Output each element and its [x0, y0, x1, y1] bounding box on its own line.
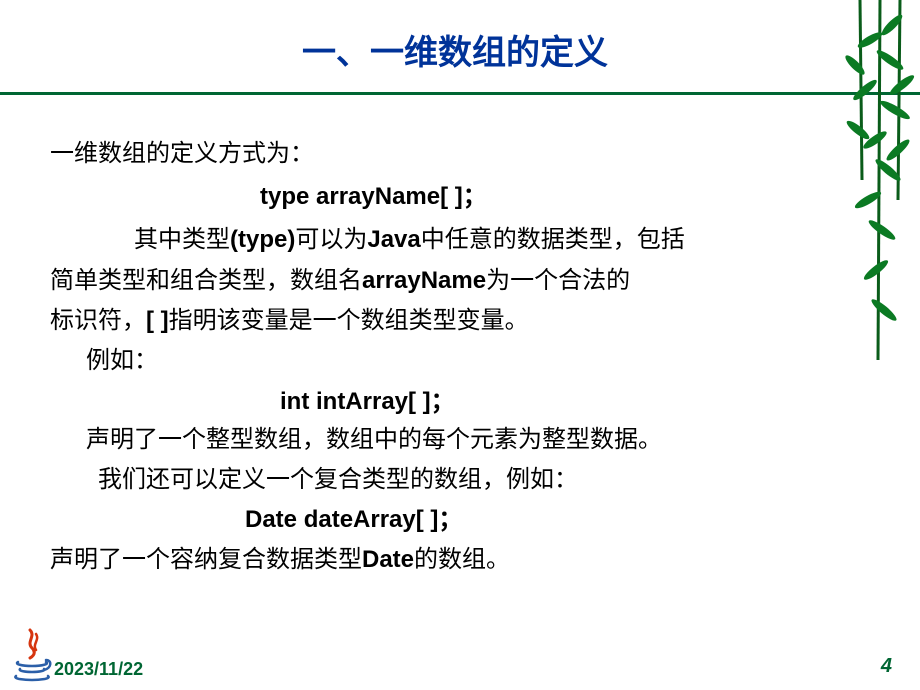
body-text-1a: 其中类型(type)可以为Java中任意的数据类型，包括 — [86, 227, 685, 253]
definition-intro: 一维数组的定义方式为： — [50, 135, 860, 175]
declaration-compound-intro: 我们还可以定义一个复合类型的数组，例如： — [50, 461, 860, 501]
slide-footer: 2023/11/22 4 — [0, 626, 920, 682]
footer-page-number: 4 — [881, 655, 892, 678]
declaration-int: 声明了一个整型数组，数组中的每个元素为整型数据。 — [50, 421, 860, 461]
footer-left: 2023/11/22 — [8, 626, 143, 682]
declaration-date: 声明了一个容纳复合数据类型Date的数组。 — [50, 540, 860, 581]
java-logo-icon — [8, 626, 56, 682]
slide-title: 一、一维数组的定义 — [50, 25, 860, 74]
footer-date: 2023/11/22 — [54, 659, 143, 680]
syntax-date-array: Date dateArray[ ]； — [50, 500, 860, 540]
body-line-1: 其中类型(type)可以为Java中任意的数据类型，包括 — [50, 220, 860, 261]
syntax-type-arrayname: type arrayName[ ]； — [50, 177, 860, 217]
slide-content: 一维数组的定义方式为： type arrayName[ ]； 其中类型(type… — [50, 135, 860, 581]
example-label: 例如： — [50, 342, 860, 382]
body-line-2: 简单类型和组合类型，数组名arrayName为一个合法的 — [50, 261, 860, 302]
slide-container: 一、一维数组的定义 一维数组的定义方式为： type arrayName[ ]；… — [0, 0, 920, 690]
body-text-1b: 简单类型和组合类型，数组名arrayName为一个合法的 — [50, 268, 630, 294]
syntax-int-array: int intArray[ ]； — [50, 382, 860, 422]
body-text-1c: 标识符，[ ]指明该变量是一个数组类型变量。 — [50, 308, 529, 334]
divider-line — [0, 92, 920, 95]
body-line-3: 标识符，[ ]指明该变量是一个数组类型变量。 — [50, 301, 860, 342]
